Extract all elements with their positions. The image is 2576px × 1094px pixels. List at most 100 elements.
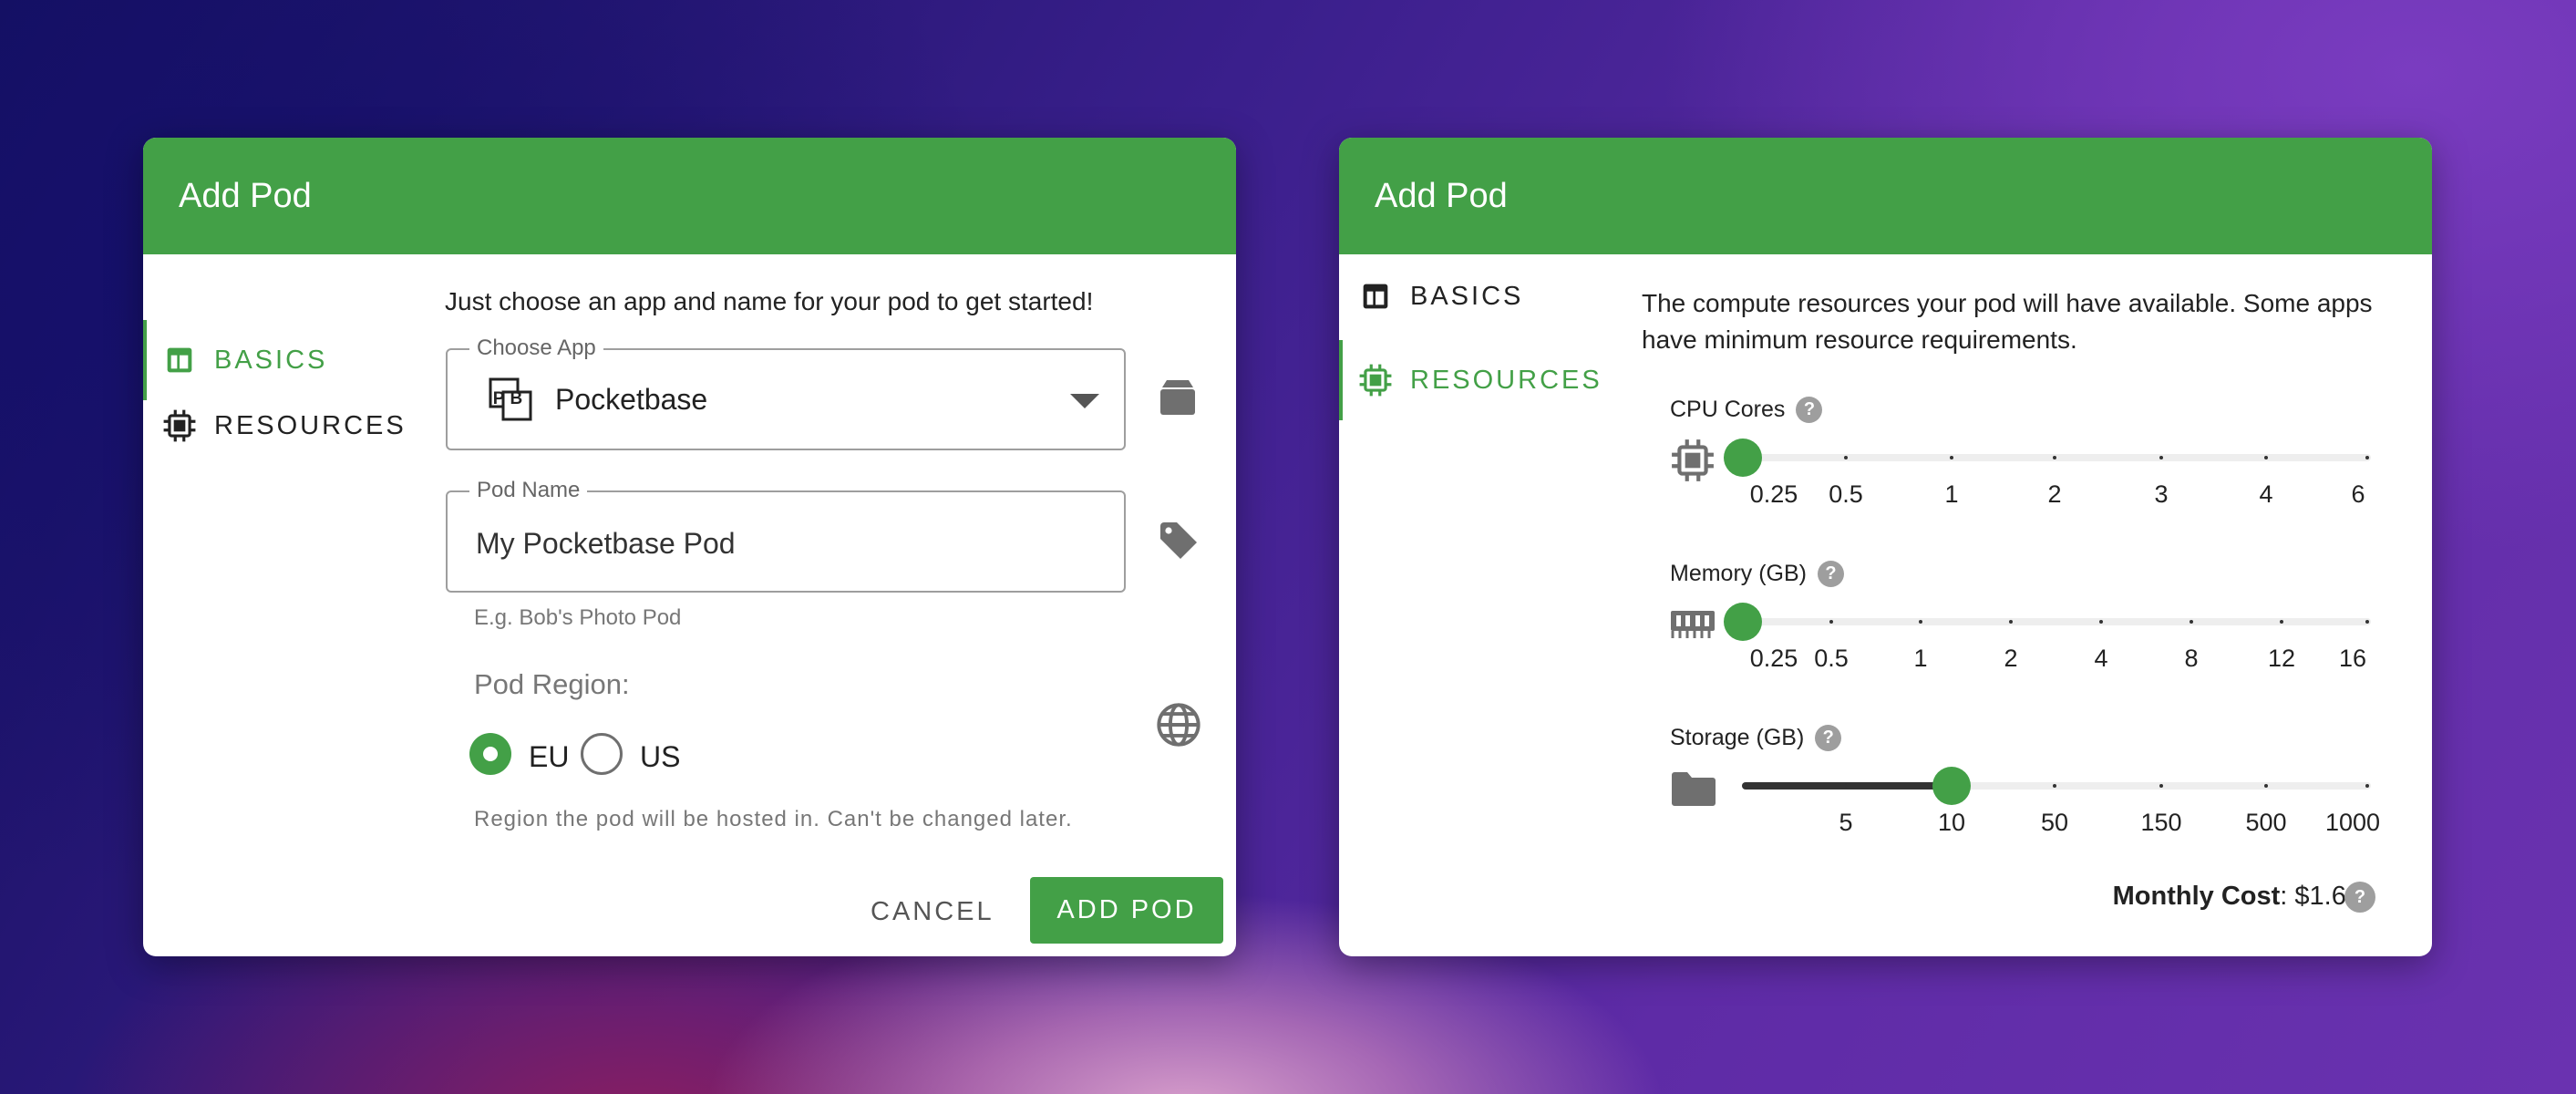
pod-name-label: Pod Name [469, 478, 588, 503]
tab-label: RESOURCES [214, 410, 407, 440]
cpu-label: CPU Cores [1670, 397, 1786, 422]
slider-mark [2009, 620, 2013, 624]
slider-mark [2365, 456, 2369, 459]
choose-app-value: Pocketbase [555, 383, 708, 416]
slider-tick-label: 5 [1839, 809, 1853, 836]
colon-separator: : [2280, 882, 2295, 911]
slider-mark [2280, 620, 2283, 624]
tab-resources[interactable]: RESOURCES [143, 386, 417, 466]
pod-name-field[interactable]: Pod Name My Pocketbase Pod [446, 478, 1126, 593]
slider-tick-label: 2 [2047, 480, 2062, 508]
slider-tick-label: 1 [1913, 645, 1928, 672]
slider-mark [2365, 784, 2369, 788]
pod-name-input[interactable]: My Pocketbase Pod [476, 527, 736, 561]
storage-label-row: Storage (GB) ? [1670, 725, 1842, 751]
slider-mark [2099, 620, 2103, 624]
folder-icon [1670, 769, 1717, 812]
cpu-slider-thumb[interactable] [1724, 439, 1762, 477]
storage-slider-thumb[interactable] [1932, 767, 1971, 805]
slider-tick-label: 4 [2259, 480, 2273, 508]
slider-tick-label: 2 [2004, 645, 2018, 672]
slider-mark [2159, 456, 2163, 459]
cpu-label-row: CPU Cores ? [1670, 397, 1823, 423]
globe-icon [1155, 701, 1202, 753]
cancel-button[interactable]: CANCEL [871, 897, 994, 927]
add-pod-button[interactable]: ADD POD [1030, 877, 1223, 944]
slider-tick-label: 0.25 [1749, 645, 1798, 672]
memory-label-row: Memory (GB) ? [1670, 561, 1844, 587]
slider-tick-label: 16 [2338, 645, 2367, 672]
tab-resources[interactable]: RESOURCES [1339, 340, 1613, 420]
region-helper: Region the pod will be hosted in. Can't … [474, 807, 1073, 831]
slider-mark [2159, 784, 2163, 788]
memory-slider-thumb[interactable] [1724, 603, 1762, 641]
basics-intro: Just choose an app and name for your pod… [445, 287, 1094, 315]
choose-app-label: Choose App [469, 335, 603, 361]
slider-tick-label: 0.25 [1749, 480, 1798, 508]
slider-tick-label: 1 [1944, 480, 1959, 508]
slider-mark [1844, 784, 1848, 788]
cpu-help-icon[interactable]: ? [1796, 397, 1823, 423]
memory-ram-icon [1669, 605, 1716, 648]
dialog-title: Add Pod [143, 138, 1236, 254]
slider-mark [1950, 456, 1953, 459]
slider-tick-label: 4 [2094, 645, 2108, 672]
slider-mark [2053, 456, 2056, 459]
slider-tick-label: 3 [2154, 480, 2169, 508]
slider-tick-label: 50 [2040, 809, 2069, 836]
memory-help-icon[interactable]: ? [1818, 561, 1844, 587]
slider-tick-label: 500 [2245, 809, 2287, 836]
monthly-cost-label: Monthly Cost [2112, 882, 2281, 911]
storage-help-icon[interactable]: ? [1815, 725, 1842, 751]
pod-name-helper: E.g. Bob's Photo Pod [474, 605, 682, 630]
tab-label: BASICS [1410, 281, 1524, 311]
slider-tick-label: 6 [2351, 480, 2365, 508]
choose-app-select[interactable]: Choose App PB Pocketbase [446, 335, 1126, 450]
cpu-slider-track[interactable] [1742, 454, 2371, 461]
slider-tick-label: 8 [2184, 645, 2199, 672]
app-logo: PB [488, 377, 533, 422]
slider-mark [1744, 784, 1747, 788]
monthly-cost: Monthly Cost : $1.60 [2113, 882, 2361, 912]
tab-label: RESOURCES [1410, 365, 1602, 395]
radio-checked-dot [483, 747, 498, 761]
tab-label: BASICS [214, 345, 328, 375]
slider-tick-label: 10 [1937, 809, 1966, 836]
slider-tick-label: 150 [2140, 809, 2182, 836]
slider-tick-label: 12 [2267, 645, 2296, 672]
region-eu-radio[interactable] [469, 733, 511, 775]
caret-down-icon[interactable] [1070, 394, 1099, 408]
chip-icon [1357, 362, 1394, 398]
tab-basics[interactable]: BASICS [1339, 256, 1613, 336]
cpu-chip-icon [1670, 438, 1716, 488]
region-us-label[interactable]: US [640, 740, 680, 774]
slider-tick-label: 0.5 [1814, 645, 1849, 672]
slider-mark [2053, 784, 2056, 788]
slider-mark [2365, 620, 2369, 624]
pod-region-label: Pod Region: [474, 668, 630, 700]
add-pod-dialog-resources: Add Pod BASICS RESOURCES The compute res… [1339, 138, 2432, 956]
slider-mark [1829, 620, 1833, 624]
layout-icon [1357, 278, 1394, 315]
chip-icon [161, 408, 198, 444]
slider-tick-label: 1000 [2324, 809, 2381, 836]
memory-label: Memory (GB) [1670, 561, 1807, 586]
region-us-radio[interactable] [581, 733, 623, 775]
slider-mark [1844, 456, 1848, 459]
storage-label: Storage (GB) [1670, 725, 1805, 750]
add-pod-label: ADD POD [1056, 895, 1197, 924]
slider-mark [2190, 620, 2193, 624]
package-icon [1157, 377, 1199, 423]
slider-tick-label: 0.5 [1829, 480, 1863, 508]
layout-icon [161, 342, 198, 378]
dialog-title: Add Pod [1339, 138, 2432, 254]
tag-icon [1157, 519, 1200, 567]
app-logo-text: PB [492, 389, 529, 408]
resources-intro: The compute resources your pod will have… [1642, 289, 2373, 354]
add-pod-dialog-basics: Add Pod BASICS RESOURCES Just choose an … [143, 138, 1236, 956]
region-eu-label[interactable]: EU [529, 740, 569, 774]
memory-slider-track[interactable] [1742, 618, 2371, 625]
slider-mark [1919, 620, 1922, 624]
cost-help-icon[interactable]: ? [2344, 882, 2375, 913]
slider-mark [2264, 784, 2268, 788]
